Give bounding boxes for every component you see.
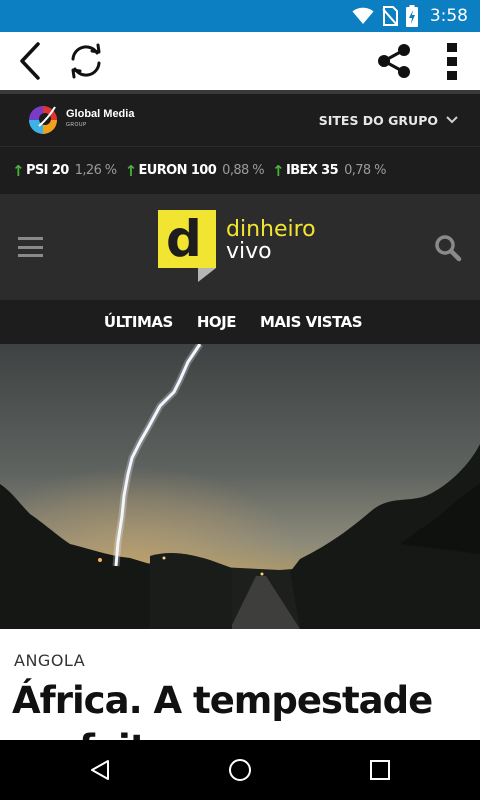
article-category[interactable]: ANGOLA [14, 651, 85, 670]
hamburger-menu-icon[interactable] [18, 237, 43, 257]
system-home-button[interactable] [200, 740, 280, 800]
refresh-button[interactable] [64, 32, 108, 90]
refresh-icon [71, 43, 101, 79]
status-bar: 3:58 [0, 0, 480, 32]
system-back-button[interactable] [60, 740, 140, 800]
masthead: d dinheiro vivo [0, 194, 480, 300]
ticker-value: 0,78 % [344, 163, 386, 178]
dinheiro-vivo-logo[interactable]: d dinheiro vivo [158, 210, 328, 282]
article-preview[interactable]: ANGOLA África. A tempestade perfeita par… [0, 629, 480, 740]
ticker-item-euron100[interactable]: ↑ EURON 100 0,88 % [124, 161, 265, 180]
up-arrow-icon: ↑ [12, 161, 25, 180]
ticker-name: PSI 20 [25, 163, 69, 178]
logo-speech-tail [198, 268, 216, 282]
ticker-value: 1,26 % [74, 163, 117, 178]
stock-ticker: ↑ PSI 20 1,26 % ↑ EURON 100 0,88 % ↑ IBE… [0, 146, 480, 194]
brand-name: Global Media [66, 108, 135, 120]
sites-do-grupo-dropdown[interactable]: SITES DO GRUPO [319, 94, 458, 146]
logo-letter: d [166, 210, 202, 268]
chevron-down-icon [446, 116, 458, 124]
share-button[interactable] [370, 32, 418, 90]
ticker-name: IBEX 35 [285, 163, 339, 178]
status-icons: 3:58 [352, 0, 468, 32]
sites-do-grupo-label: SITES DO GRUPO [318, 112, 438, 128]
search-icon [435, 235, 462, 262]
ticker-item-ibex35[interactable]: ↑ IBEX 35 0,78 % [272, 162, 386, 180]
search-button[interactable] [434, 234, 462, 262]
back-button[interactable] [10, 32, 50, 90]
ticker-value: 0,88 % [222, 163, 265, 178]
back-arrow-icon [20, 42, 40, 80]
recents-square-icon [370, 760, 390, 780]
nav-mais-vistas[interactable]: MAIS VISTAS [260, 313, 363, 331]
wifi-icon [352, 7, 374, 24]
global-media-wordmark: Global Media GROUP [66, 109, 134, 131]
system-recents-button[interactable] [340, 740, 420, 800]
home-circle-icon [229, 759, 251, 781]
article-headline[interactable]: África. A tempestade perfeita para os [12, 677, 472, 740]
clock: 3:58 [429, 6, 468, 26]
section-nav: ÚLTIMAS HOJE MAIS VISTAS [0, 300, 480, 344]
no-sim-icon [382, 6, 398, 26]
lightning-photo [0, 344, 480, 629]
back-triangle-icon [91, 760, 109, 780]
site-top-bar: Global Media GROUP SITES DO GRUPO [0, 90, 480, 146]
share-icon [378, 44, 410, 78]
ticker-item-psi20[interactable]: ↑ PSI 20 1,26 % [12, 162, 117, 180]
nav-hoje[interactable]: HOJE [197, 313, 237, 331]
global-media-logo[interactable]: Global Media GROUP [26, 104, 134, 136]
article-hero-image[interactable] [0, 344, 480, 629]
browser-toolbar [0, 32, 480, 90]
overflow-menu-icon [447, 43, 457, 80]
ticker-name: EURON 100 [138, 163, 217, 178]
up-arrow-icon: ↑ [124, 161, 138, 180]
battery-charging-icon [405, 5, 418, 27]
overflow-menu-button[interactable] [436, 32, 468, 90]
logo-square: d [158, 210, 216, 268]
global-media-logo-icon [29, 106, 57, 134]
system-nav-bar [0, 740, 480, 800]
logo-word-vivo: vivo [226, 239, 272, 264]
brand-sub: GROUP [66, 122, 87, 128]
up-arrow-icon: ↑ [272, 161, 285, 180]
nav-ultimas[interactable]: ÚLTIMAS [104, 313, 173, 331]
